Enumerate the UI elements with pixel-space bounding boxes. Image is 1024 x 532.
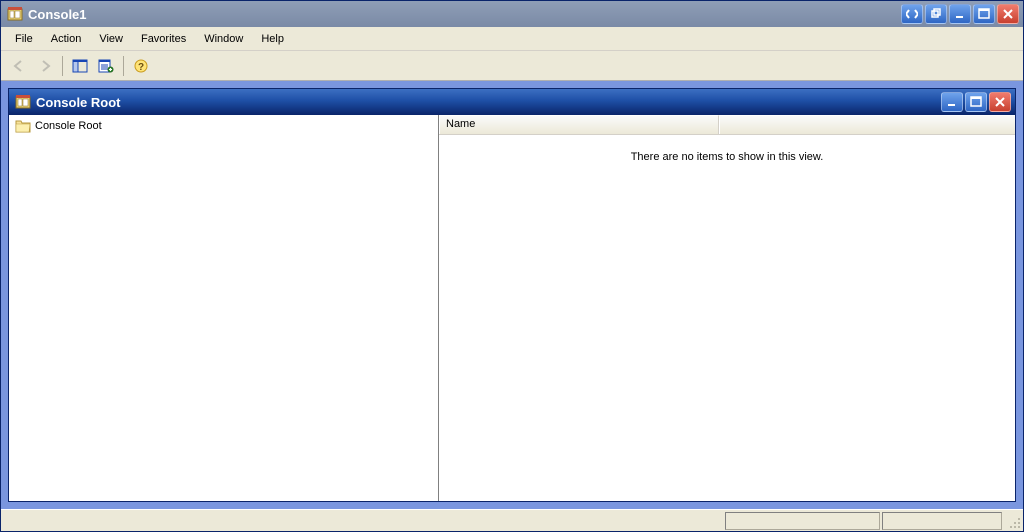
status-bar <box>1 509 1023 531</box>
empty-message: There are no items to show in this view. <box>631 151 824 501</box>
menu-action[interactable]: Action <box>43 30 90 48</box>
main-title-text: Console1 <box>28 7 87 22</box>
close-button[interactable] <box>997 4 1019 24</box>
mmc-icon <box>15 94 31 110</box>
tree-item-label: Console Root <box>35 120 102 132</box>
list-panel: Name There are no items to show in this … <box>439 115 1015 501</box>
svg-text:?: ? <box>138 62 144 73</box>
back-button[interactable] <box>7 54 31 78</box>
child-title-text: Console Root <box>36 95 121 110</box>
menu-file[interactable]: File <box>7 30 41 48</box>
list-body[interactable]: There are no items to show in this view. <box>439 135 1015 501</box>
minimize-button[interactable] <box>949 4 971 24</box>
child-minimize-button[interactable] <box>941 92 963 112</box>
status-cell-1 <box>725 512 880 530</box>
column-header-name[interactable]: Name <box>439 115 719 134</box>
tree-item-console-root[interactable]: Console Root <box>13 118 434 134</box>
menu-bar: File Action View Favorites Window Help <box>1 27 1023 51</box>
main-window: Console1 File Action View Favorites Wind <box>0 0 1024 532</box>
child-body: Console Root Name There are no items to … <box>9 115 1015 501</box>
restore-button-1[interactable] <box>925 4 947 24</box>
forward-button[interactable] <box>33 54 57 78</box>
menu-view[interactable]: View <box>91 30 131 48</box>
child-window: Console Root <box>8 88 1016 502</box>
menu-window[interactable]: Window <box>196 30 251 48</box>
mmc-icon <box>7 6 23 22</box>
menu-help[interactable]: Help <box>253 30 292 48</box>
console-tree-panel[interactable]: Console Root <box>9 115 439 501</box>
list-header: Name <box>439 115 1015 135</box>
main-titlebar[interactable]: Console1 <box>1 1 1023 27</box>
resize-grip[interactable] <box>1004 512 1021 529</box>
toolbar: ? <box>1 51 1023 81</box>
column-header-spacer[interactable] <box>719 115 1015 134</box>
show-hide-console-tree-button[interactable] <box>68 54 92 78</box>
child-titlebar[interactable]: Console Root <box>9 89 1015 115</box>
status-cell-2 <box>882 512 1002 530</box>
toolbar-separator-2 <box>123 56 124 76</box>
child-maximize-button[interactable] <box>965 92 987 112</box>
left-right-button[interactable] <box>901 4 923 24</box>
properties-button[interactable] <box>94 54 118 78</box>
help-button[interactable]: ? <box>129 54 153 78</box>
toolbar-separator <box>62 56 63 76</box>
folder-icon <box>15 119 31 133</box>
maximize-button[interactable] <box>973 4 995 24</box>
child-close-button[interactable] <box>989 92 1011 112</box>
menu-favorites[interactable]: Favorites <box>133 30 194 48</box>
mdi-client-area: Console Root <box>1 81 1023 509</box>
